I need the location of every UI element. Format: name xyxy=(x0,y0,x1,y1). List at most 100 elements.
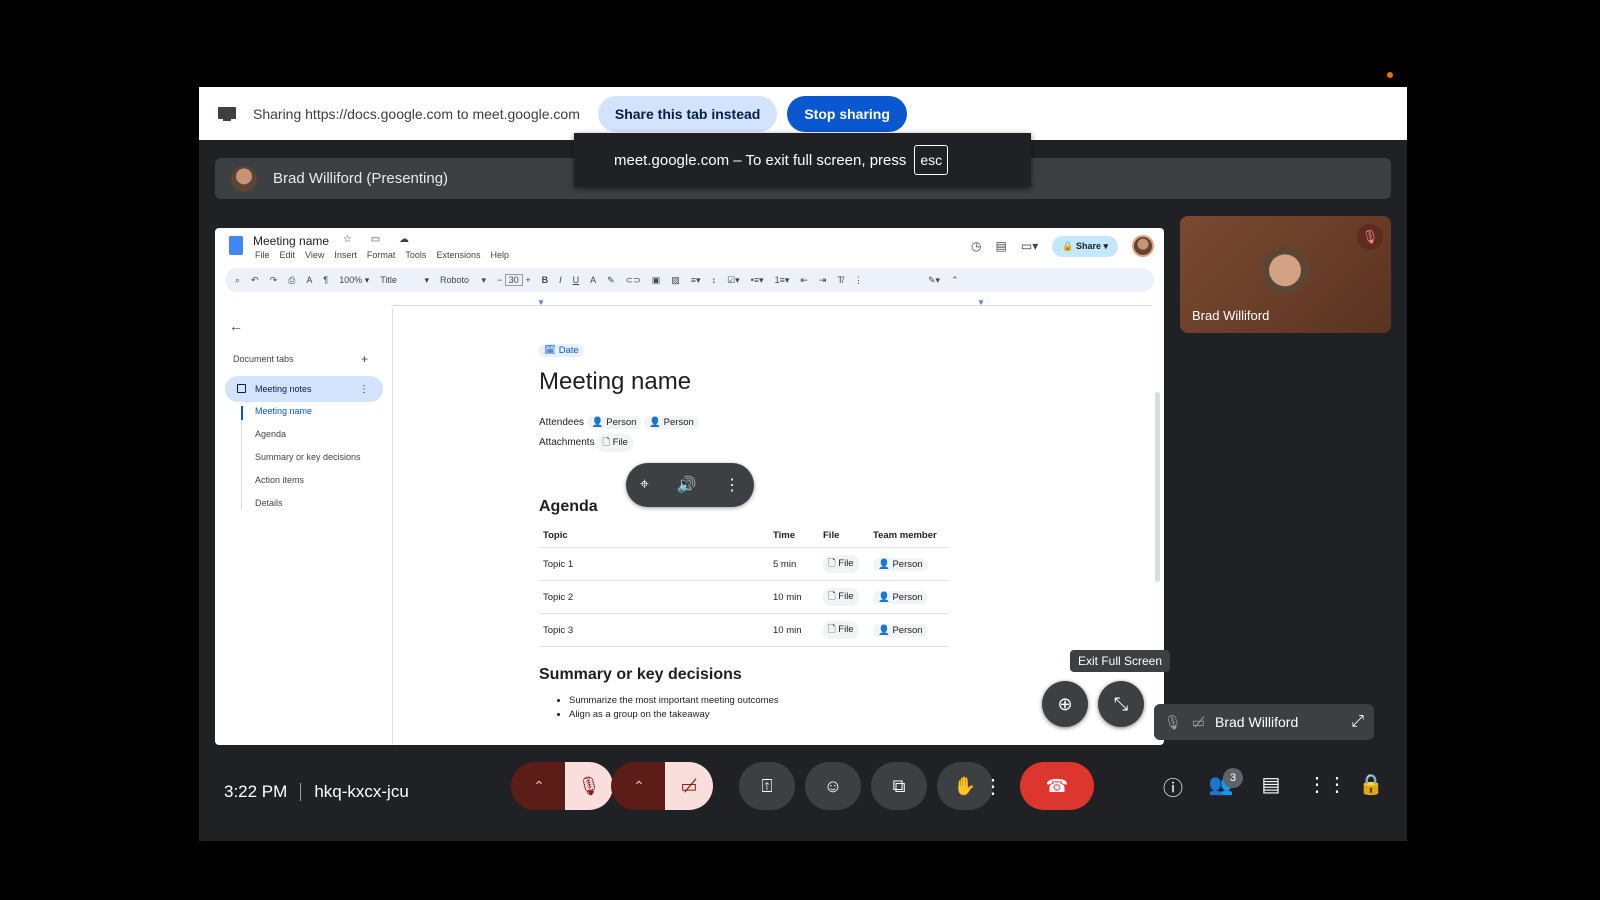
doc-share-button: 🔒 Share ▾ xyxy=(1052,235,1118,257)
file-chip: 🗋 File xyxy=(823,588,859,606)
share-this-tab-button[interactable]: Share this tab instead xyxy=(597,95,778,132)
esc-key: esc xyxy=(914,145,949,175)
doc-tab-meeting-notes: Meeting notes ⋮ xyxy=(225,376,383,402)
host-controls-icon[interactable]: 🔒 xyxy=(1357,772,1385,797)
doc-tabs-sidebar: ← Document tabs + Meeting notes ⋮ Meetin… xyxy=(215,308,393,745)
outline-track xyxy=(241,406,243,510)
divider xyxy=(300,783,302,801)
agenda-table: Topic Time File Team member Topic 1 5 mi… xyxy=(539,524,949,647)
table-row: Topic 2 10 min 🗋 File 👤 Person xyxy=(539,580,949,614)
camera-toggle-button[interactable]: ▭̸ xyxy=(665,762,713,810)
indent-increase-icon: ⇥ xyxy=(818,274,827,285)
outline-item: Action items xyxy=(255,475,305,485)
presenter-name: Brad Williford (Presenting) xyxy=(273,170,449,187)
recording-indicator-dot xyxy=(1387,72,1393,78)
indent-marker-icon: ▼ xyxy=(537,298,545,307)
phone-hangup-icon: ☎ xyxy=(1045,775,1069,796)
image-icon: ▨ xyxy=(671,274,680,285)
more-vert-icon[interactable]: ⋮ xyxy=(724,475,740,495)
self-pip-bar[interactable]: 🎙 ▭̸ Brad Williford ⤢ xyxy=(1154,704,1374,740)
captions-icon: ⧉ xyxy=(892,775,906,796)
mic-off-icon: 🎙 xyxy=(577,775,601,796)
doc-ruler: ▼ ▼ xyxy=(391,298,1151,307)
mic-off-icon: 🎙 xyxy=(1357,224,1383,250)
participant-avatar xyxy=(1260,246,1310,300)
activities-icon[interactable]: ⋮⋮ xyxy=(1307,772,1347,797)
zoom-button[interactable]: ⊕ xyxy=(1042,681,1088,727)
agenda-heading: Agenda xyxy=(539,498,598,515)
file-chip: 🗋 File xyxy=(823,555,859,573)
menu-edit: Edit xyxy=(279,250,296,260)
fullscreen-toast: meet.google.com – To exit full screen, p… xyxy=(574,133,1031,187)
emoji-icon: ☺ xyxy=(823,775,843,796)
menu-insert: Insert xyxy=(334,250,357,260)
font-select: Roboto ▾ xyxy=(439,274,487,285)
hand-icon: ✋ xyxy=(953,775,977,796)
video-options-button[interactable]: ⌃ xyxy=(611,762,667,810)
date-chip: 🗓 Date xyxy=(539,344,584,357)
text-color-icon: A xyxy=(590,275,597,285)
present-screen-button[interactable]: ⍐ xyxy=(739,762,795,810)
tab-doc-icon xyxy=(237,384,246,393)
menu-format: Format xyxy=(366,250,396,260)
stop-sharing-button[interactable]: Stop sharing xyxy=(787,95,907,132)
unpin-icon[interactable]: ⌖ xyxy=(640,476,649,494)
summary-list: Summarize the most important meeting out… xyxy=(569,694,779,722)
underline-icon: U xyxy=(572,275,580,285)
self-video-tile[interactable]: 🎙 Brad Williford xyxy=(1180,216,1391,333)
attachments-row: Attachments 🗋 File xyxy=(539,434,633,452)
table-row: Topic 1 5 min 🗋 File 👤 Person xyxy=(539,547,949,581)
person-chip: 👤 Person xyxy=(873,590,928,604)
chevron-up-icon: ⌃ xyxy=(633,777,645,794)
person-chip: 👤 Person xyxy=(644,416,699,429)
redo-icon: ↷ xyxy=(269,274,278,285)
doc-menu-bar: File Edit View Insert Format Tools Exten… xyxy=(255,250,509,260)
menu-file: File xyxy=(255,250,270,260)
menu-tools: Tools xyxy=(405,250,427,260)
col-time: Time xyxy=(769,524,819,548)
print-icon: ⎙ xyxy=(288,274,296,285)
meet-camera-icon: ▭▾ xyxy=(1020,239,1039,253)
doc-user-avatar xyxy=(1132,235,1154,257)
doc-page: 🗓 Date Meeting name Attendees 👤 Person 👤… xyxy=(393,308,1164,745)
table-row: Topic 3 10 min 🗋 File 👤 Person xyxy=(539,613,949,647)
clock-time: 3:22 PM xyxy=(224,782,288,801)
person-chip: 👤 Person xyxy=(586,416,642,429)
col-file: File xyxy=(819,524,869,548)
right-margin-marker-icon: ▼ xyxy=(977,298,985,307)
doc-page-title: Meeting name xyxy=(539,368,692,395)
captions-button[interactable]: ⧉ xyxy=(871,762,927,810)
meeting-info-icon[interactable]: ⓘ xyxy=(1159,772,1187,801)
comment-icon: ▣ xyxy=(651,274,661,285)
checklist-icon: ☑▾ xyxy=(727,274,740,285)
list-item: Summarize the most important meeting out… xyxy=(569,694,779,708)
exit-fullscreen-button[interactable]: ⤡ xyxy=(1098,681,1144,727)
bullet-list-icon: •≡▾ xyxy=(750,274,764,285)
italic-icon: I xyxy=(559,275,562,285)
collapse-icon: ⌃ xyxy=(951,274,959,285)
outline-item: Agenda xyxy=(255,429,287,439)
align-icon: ≡▾ xyxy=(690,274,701,285)
menu-extensions: Extensions xyxy=(436,250,481,260)
expand-icon[interactable]: ⤢ xyxy=(1351,713,1364,731)
meet-stage: Sharing https://docs.google.com to meet.… xyxy=(199,87,1407,841)
indent-decrease-icon: ⇤ xyxy=(800,274,808,285)
style-select: Title ▾ xyxy=(380,274,429,285)
leave-call-button[interactable]: ☎ xyxy=(1020,762,1094,810)
audio-options-button[interactable]: ⌃ xyxy=(511,762,567,810)
summary-heading: Summary or key decisions xyxy=(539,666,742,683)
mic-toggle-button[interactable]: 🎙 xyxy=(565,762,613,810)
reactions-button[interactable]: ☺ xyxy=(805,762,861,810)
doc-toolbar: ⌕ ↶ ↷ ⎙ A ¶ 100% ▾ Title ▾ Roboto ▾ − 30… xyxy=(225,268,1154,292)
more-options-button[interactable]: ⋮ xyxy=(981,762,1005,810)
doc-title: Meeting name xyxy=(253,234,330,248)
docs-logo-icon xyxy=(229,236,243,255)
volume-icon[interactable]: 🔊 xyxy=(677,475,697,495)
outline-item: Details xyxy=(255,498,283,508)
add-tab-icon: + xyxy=(361,352,369,366)
doc-header-right: ◷ ▤ ▭▾ 🔒 Share ▾ xyxy=(971,235,1154,257)
person-chip: 👤 Person xyxy=(873,557,928,571)
meeting-details: 3:22 PM hkq-kxcx-jcu xyxy=(224,782,409,802)
camera-off-icon: ▭̸ xyxy=(680,775,698,796)
chat-icon[interactable]: ▤ xyxy=(1257,772,1285,797)
